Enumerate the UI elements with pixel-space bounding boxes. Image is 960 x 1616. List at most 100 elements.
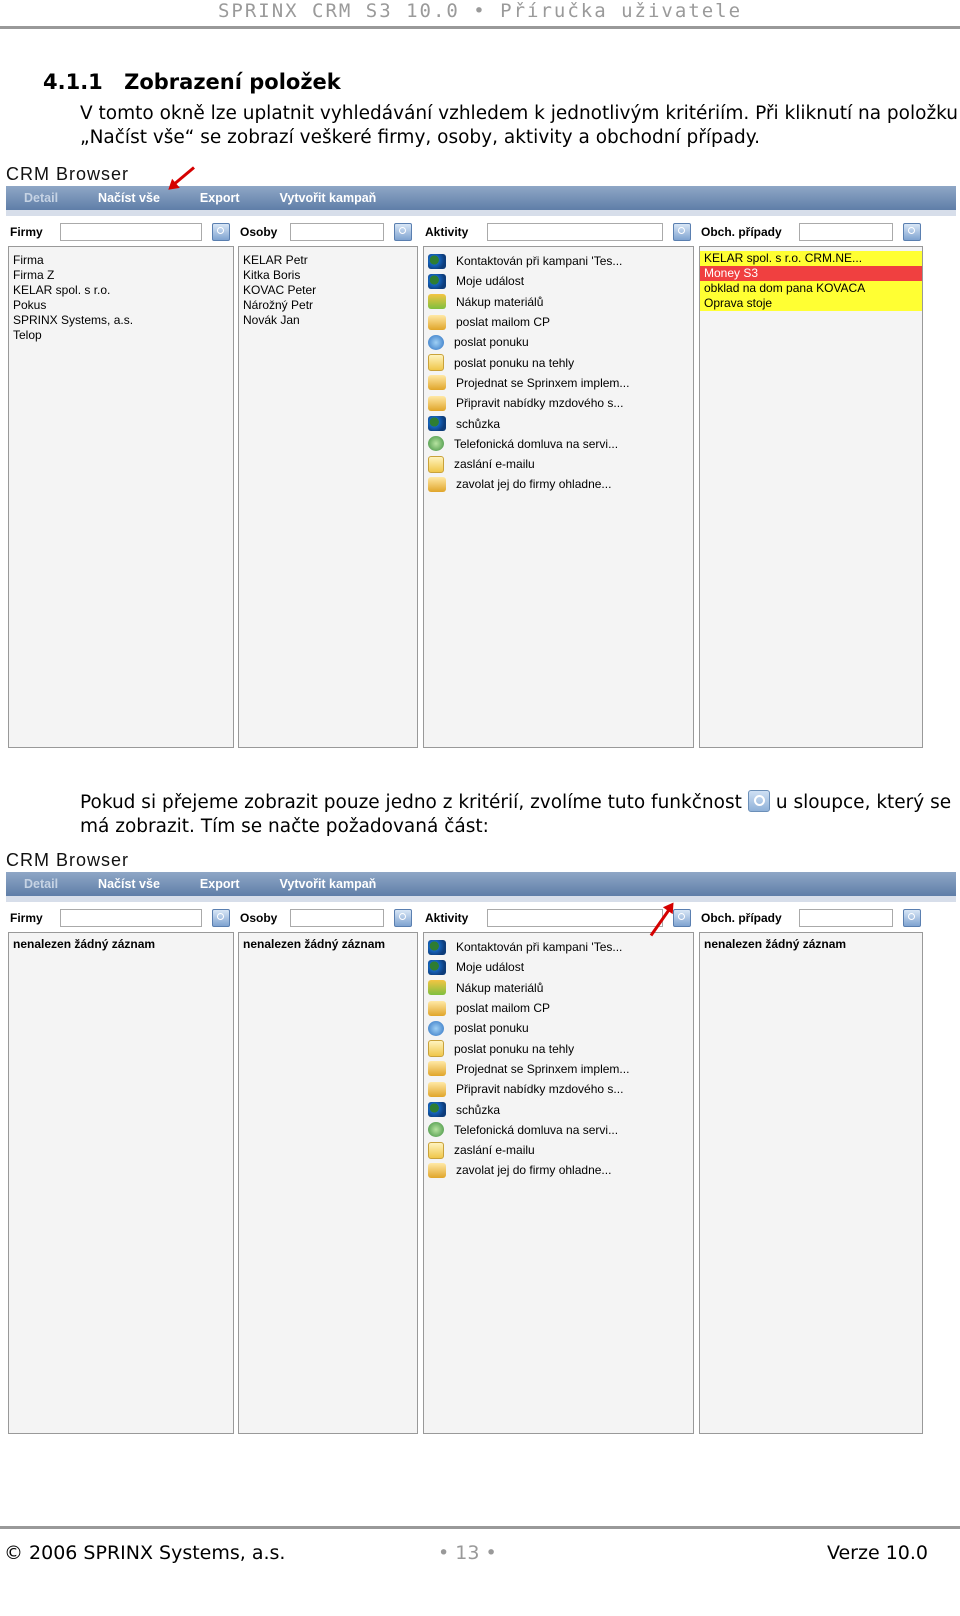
aktivity-list-item[interactable]: Nákup materiálů bbox=[424, 292, 693, 312]
firmy-list-item[interactable]: KELAR spol. s r.o. bbox=[9, 283, 233, 298]
aktivity-list-item[interactable]: poslat mailom CP bbox=[424, 312, 693, 332]
aktivity-list-item[interactable]: poslat ponuku bbox=[424, 1018, 693, 1038]
toolbar-detail[interactable]: Detail bbox=[24, 877, 58, 891]
aktivity-list-item[interactable]: poslat ponuku na tehly bbox=[424, 1038, 693, 1058]
crm-browser-screenshot-2: CRM Browser Detail Načíst vše Export Vyt… bbox=[6, 850, 956, 1434]
toolbar-vytvorit-kampan[interactable]: Vytvořit kampaň bbox=[280, 191, 377, 205]
filter-obch-pripady: Obch. případy bbox=[701, 222, 921, 242]
aktivity-list-item[interactable]: schůzka bbox=[424, 1099, 693, 1119]
osoby-search-icon[interactable] bbox=[394, 909, 412, 927]
aktivity-list-item[interactable]: poslat ponuku na tehly bbox=[424, 352, 693, 372]
footer-page-number: • 13 • bbox=[438, 1542, 497, 1564]
aktivity-item-label: Nákup materiálů bbox=[456, 294, 544, 309]
firmy-list-item[interactable]: Firma bbox=[9, 253, 233, 268]
aktivity-list-item[interactable]: Projednat se Sprinxem implem... bbox=[424, 373, 693, 393]
osoby-search-input[interactable] bbox=[290, 223, 384, 241]
mail-icon bbox=[428, 395, 446, 411]
aktivity-list-item[interactable]: zaslání e-mailu bbox=[424, 454, 693, 474]
aktivity-search-input[interactable] bbox=[487, 909, 663, 927]
toolbar-export[interactable]: Export bbox=[200, 191, 240, 205]
firmy-search-input[interactable] bbox=[60, 223, 202, 241]
aktivity-item-label: Moje událost bbox=[456, 960, 525, 975]
browser-title: CRM Browser bbox=[6, 850, 130, 870]
pripady-list-item[interactable]: KELAR spol. s r.o. CRM.NE... bbox=[700, 251, 922, 266]
aktivity-list-item[interactable]: Nákup materiálů bbox=[424, 978, 693, 998]
filter-osoby: Osoby bbox=[240, 908, 412, 928]
search-icon bbox=[747, 790, 770, 812]
aktivity-list-item[interactable]: Moje událost bbox=[424, 957, 693, 977]
aktivity-item-label: Připravit nabídky mzdového s... bbox=[456, 396, 624, 411]
osoby-search-icon[interactable] bbox=[394, 223, 412, 241]
browser-title: CRM Browser bbox=[6, 164, 130, 184]
pripady-search-input[interactable] bbox=[799, 909, 893, 927]
mail-icon bbox=[428, 1081, 446, 1097]
section-title: Zobrazení položek bbox=[124, 70, 341, 94]
toolbar-export[interactable]: Export bbox=[200, 877, 240, 891]
filter-osoby: Osoby bbox=[240, 222, 412, 242]
section-heading: 4.1.1 Zobrazení položek bbox=[43, 70, 341, 94]
firmy-search-icon[interactable] bbox=[212, 909, 230, 927]
pripady-search-icon[interactable] bbox=[903, 909, 921, 927]
mail-icon bbox=[428, 1061, 446, 1077]
aktivity-item-label: Moje událost bbox=[456, 274, 525, 289]
firmy-list-item[interactable]: Pokus bbox=[9, 298, 233, 313]
aktivity-list-item[interactable]: zavolat jej do firmy ohladne... bbox=[424, 474, 693, 494]
people-icon bbox=[428, 253, 446, 269]
toolbar-nacist-vse[interactable]: Načíst vše bbox=[98, 191, 160, 205]
aktivity-item-label: Projednat se Sprinxem implem... bbox=[456, 375, 630, 390]
aktivity-search-input[interactable] bbox=[487, 223, 663, 241]
aktivity-list-item[interactable]: poslat mailom CP bbox=[424, 998, 693, 1018]
osoby-panel: nenalezen žádný záznam bbox=[238, 932, 418, 1434]
firmy-search-icon[interactable] bbox=[212, 223, 230, 241]
pripady-list-item[interactable]: Oprava stoje bbox=[700, 296, 922, 311]
firmy-list-item[interactable]: Firma Z bbox=[9, 268, 233, 283]
aktivity-list-item[interactable]: Připravit nabídky mzdového s... bbox=[424, 393, 693, 413]
aktivity-list-item[interactable]: Kontaktován při kampani 'Tes... bbox=[424, 251, 693, 271]
aktivity-search-icon[interactable] bbox=[673, 909, 691, 927]
filter-aktivity: Aktivity bbox=[425, 222, 691, 242]
filter-firmy: Firmy bbox=[10, 222, 230, 242]
aktivity-search-icon[interactable] bbox=[673, 223, 691, 241]
aktivity-list-item[interactable]: schůzka bbox=[424, 413, 693, 433]
aktivity-list-item[interactable]: Telefonická domluva na servi... bbox=[424, 434, 693, 454]
firmy-list-item[interactable]: Telop bbox=[9, 328, 233, 343]
osoby-list-item[interactable]: KELAR Petr bbox=[239, 253, 417, 268]
empty-message: nenalezen žádný záznam bbox=[704, 937, 847, 951]
pripady-list-item[interactable]: Money S3 bbox=[700, 266, 922, 281]
toolbar-detail[interactable]: Detail bbox=[24, 191, 58, 205]
pripady-search-input[interactable] bbox=[799, 223, 893, 241]
aktivity-item-label: poslat ponuku bbox=[454, 1021, 529, 1036]
osoby-list-item[interactable]: KOVAC Peter bbox=[239, 283, 417, 298]
aktivity-list-item[interactable]: zavolat jej do firmy ohladne... bbox=[424, 1160, 693, 1180]
osoby-search-input[interactable] bbox=[290, 909, 384, 927]
aktivity-item-label: Kontaktován při kampani 'Tes... bbox=[456, 940, 623, 955]
aktivity-list-item[interactable]: Připravit nabídky mzdového s... bbox=[424, 1079, 693, 1099]
firmy-list-item[interactable]: SPRINX Systems, a.s. bbox=[9, 313, 233, 328]
section-number: 4.1.1 bbox=[43, 70, 103, 94]
aktivity-list-item[interactable]: Projednat se Sprinxem implem... bbox=[424, 1059, 693, 1079]
osoby-list-item[interactable]: Novák Jan bbox=[239, 313, 417, 328]
aktivity-item-label: Nákup materiálů bbox=[456, 980, 544, 995]
aktivity-list-item[interactable]: poslat ponuku bbox=[424, 332, 693, 352]
aktivity-list-item[interactable]: Kontaktován při kampani 'Tes... bbox=[424, 937, 693, 957]
aktivity-list-item[interactable]: zaslání e-mailu bbox=[424, 1140, 693, 1160]
footer-rule bbox=[0, 1526, 960, 1529]
aktivity-item-label: zavolat jej do firmy ohladne... bbox=[456, 477, 612, 492]
pripady-panel: KELAR spol. s r.o. CRM.NE... Money S3 ob… bbox=[699, 246, 923, 748]
aktivity-list-item[interactable]: Moje událost bbox=[424, 271, 693, 291]
aktivity-item-label: schůzka bbox=[456, 416, 501, 431]
osoby-list-item[interactable]: Kitka Boris bbox=[239, 268, 417, 283]
aktivity-item-label: poslat ponuku na tehly bbox=[454, 1041, 575, 1056]
aktivity-item-label: Projednat se Sprinxem implem... bbox=[456, 1061, 630, 1076]
firmy-search-input[interactable] bbox=[60, 909, 202, 927]
filter-label-obch-pripady: Obch. případy bbox=[701, 911, 782, 925]
osoby-list-item[interactable]: Nárožný Petr bbox=[239, 298, 417, 313]
aktivity-list-item[interactable]: Telefonická domluva na servi... bbox=[424, 1120, 693, 1140]
pripady-list-item[interactable]: obklad na dom pana KOVACA bbox=[700, 281, 922, 296]
mail-icon bbox=[428, 314, 446, 330]
toolbar-vytvorit-kampan[interactable]: Vytvořit kampaň bbox=[280, 877, 377, 891]
filter-row: Firmy Osoby Aktivity Obch. případy bbox=[6, 216, 956, 246]
aktivity-item-label: Telefonická domluva na servi... bbox=[454, 1122, 619, 1137]
pripady-search-icon[interactable] bbox=[903, 223, 921, 241]
toolbar-nacist-vse[interactable]: Načíst vše bbox=[98, 877, 160, 891]
